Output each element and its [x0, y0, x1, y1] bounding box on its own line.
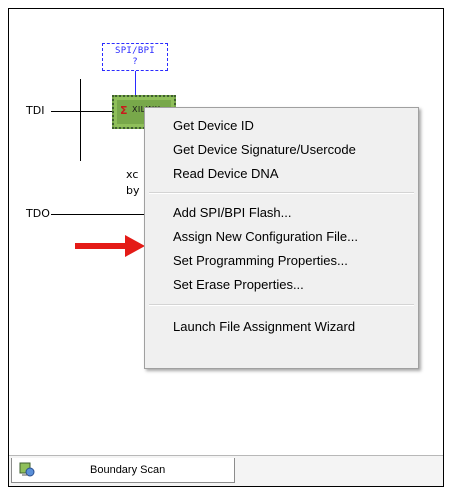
menu-item-get-device-signature[interactable]: Get Device Signature/Usercode	[146, 139, 417, 161]
menu-item-launch-file-assignment-wizard[interactable]: Launch File Assignment Wizard	[146, 316, 417, 338]
device-name-label: xc	[126, 168, 139, 181]
tdi-label: TDI	[26, 104, 45, 117]
tab-label: Boundary Scan	[90, 464, 166, 476]
tdo-label: TDO	[26, 207, 50, 220]
boundary-scan-window: TDI TDO SPI/BPI ? Σ XILINX xc by Get Dev…	[8, 8, 444, 487]
xilinx-logo-icon: Σ	[120, 104, 128, 117]
menu-separator	[149, 192, 414, 194]
menu-separator	[149, 304, 414, 306]
menu-item-read-device-dna[interactable]: Read Device DNA	[146, 163, 417, 185]
menu-item-set-programming-properties[interactable]: Set Programming Properties...	[146, 250, 417, 272]
red-arrow-icon	[75, 235, 145, 257]
spi-bpi-flash-box[interactable]: SPI/BPI ?	[102, 43, 168, 71]
jtag-vertical-line	[80, 79, 81, 161]
menu-item-get-device-id[interactable]: Get Device ID	[146, 115, 417, 137]
tdo-line	[51, 214, 145, 215]
spi-bpi-status: ?	[132, 57, 138, 67]
menu-item-assign-new-configuration-file[interactable]: Assign New Configuration File...	[146, 226, 417, 248]
menu-item-set-erase-properties[interactable]: Set Erase Properties...	[146, 274, 417, 296]
menu-item-add-spi-bpi-flash[interactable]: Add SPI/BPI Flash...	[146, 202, 417, 224]
spi-bpi-label: SPI/BPI	[114, 46, 156, 56]
spi-connector-line	[135, 71, 136, 95]
tab-boundary-scan[interactable]: Boundary Scan	[11, 458, 235, 483]
boundary-scan-icon	[19, 462, 35, 477]
context-menu: Get Device ID Get Device Signature/Userc…	[144, 107, 419, 369]
tab-bar: Boundary Scan	[9, 455, 443, 486]
tdi-line	[51, 111, 113, 112]
device-file-label: by	[126, 184, 140, 197]
